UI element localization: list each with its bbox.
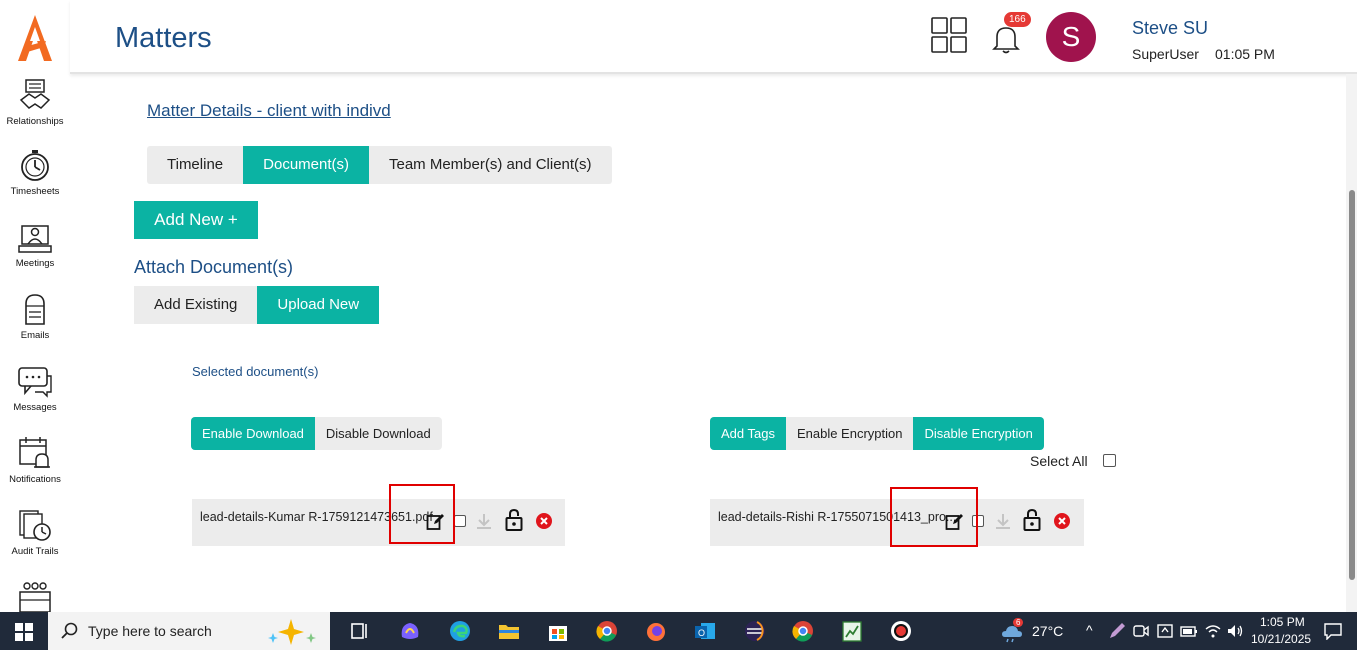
sidebar-item-messages[interactable]: Messages (0, 364, 70, 413)
user-name[interactable]: Steve SU (1132, 18, 1208, 39)
enable-download-option[interactable]: Enable Download (191, 417, 315, 450)
unlock-icon[interactable] (505, 509, 523, 531)
selected-documents-label: Selected document(s) (192, 364, 319, 379)
sidebar-item-label: Audit Trails (11, 546, 59, 557)
battery-icon[interactable] (1180, 623, 1198, 639)
sidebar-item-more[interactable] (0, 580, 70, 612)
taskbar-date[interactable]: 10/21/2025 (1251, 632, 1311, 646)
sidebar-item-label: Relationships (6, 116, 64, 127)
disable-download-option[interactable]: Disable Download (315, 417, 442, 450)
calendar-bell-icon (19, 437, 50, 468)
firefox-icon[interactable] (644, 619, 668, 643)
app-logo[interactable] (16, 13, 54, 63)
pen-icon[interactable] (1108, 622, 1126, 640)
task-view-icon[interactable] (348, 619, 372, 643)
sidebar: Relationships Timesheets Meetings Emails… (0, 0, 70, 612)
page-title: Matters (115, 22, 212, 54)
header-time: 01:05 PM (1215, 46, 1275, 62)
taskbar-time[interactable]: 1:05 PM (1260, 615, 1305, 629)
tags-encryption-toggle: Add Tags Enable Encryption Disable Encry… (710, 417, 1044, 450)
handshake-icon (19, 79, 51, 109)
highlight-box (890, 487, 978, 547)
sidebar-item-label: Meetings (15, 258, 55, 269)
mailbox-icon (25, 294, 45, 325)
document-checkbox[interactable] (454, 515, 466, 527)
attach-documents-title: Attach Document(s) (134, 257, 294, 277)
meet-now-icon[interactable] (1132, 622, 1150, 640)
tab-team-members[interactable]: Team Member(s) and Client(s) (369, 146, 612, 184)
audit-clock-icon (19, 510, 51, 541)
chart-app-icon[interactable] (840, 619, 864, 643)
notification-count-badge: 166 (1004, 12, 1031, 27)
sidebar-item-label: Timesheets (10, 186, 60, 197)
eclipse-icon[interactable] (743, 619, 767, 643)
select-all-checkbox[interactable] (1103, 454, 1116, 467)
download-icon[interactable] (994, 512, 1012, 530)
add-existing-option[interactable]: Add Existing (134, 286, 257, 324)
windows-taskbar: Type here to search O 6 27°C ^ 1:05 PM 1… (0, 612, 1357, 650)
volume-icon[interactable] (1226, 623, 1244, 639)
user-avatar[interactable]: S (1046, 12, 1096, 62)
tab-documents[interactable]: Document(s) (243, 146, 369, 184)
chevron-up-icon[interactable]: ^ (1086, 622, 1093, 638)
search-placeholder: Type here to search (88, 623, 212, 639)
attach-mode-toggle: Add Existing Upload New (134, 286, 380, 324)
sidebar-item-relationships[interactable]: Relationships (0, 78, 70, 127)
matter-tabs: Timeline Document(s) Team Member(s) and … (147, 146, 612, 184)
tray-app-icon[interactable] (1156, 622, 1174, 640)
remove-icon[interactable] (536, 513, 552, 529)
store-icon[interactable] (546, 619, 570, 643)
add-new-button[interactable]: Add New + (134, 201, 258, 239)
sidebar-item-notifications[interactable]: Notifications (0, 436, 70, 485)
building-icon (19, 582, 51, 612)
apps-grid-icon[interactable] (931, 17, 967, 53)
sidebar-item-emails[interactable]: Emails (0, 292, 70, 341)
scrollbar-thumb[interactable] (1349, 190, 1355, 580)
remove-icon[interactable] (1054, 513, 1070, 529)
sparkle-icon (268, 619, 316, 645)
svg-text:O: O (698, 628, 705, 638)
highlight-box (389, 484, 455, 544)
top-header: Matters 166 S Steve SU SuperUser 01:05 P… (70, 0, 1357, 74)
taskbar-search-box[interactable]: Type here to search (48, 612, 330, 650)
notification-center-icon[interactable] (1323, 622, 1343, 640)
windows-start-icon[interactable] (15, 623, 33, 641)
sidebar-item-audit-trails[interactable]: Audit Trails (0, 508, 70, 557)
notification-bell-icon[interactable] (992, 24, 1020, 54)
document-card: lead-details-Kumar R-1759121473651.pdf (192, 499, 565, 546)
unlock-icon[interactable] (1023, 509, 1041, 531)
tab-timeline[interactable]: Timeline (147, 146, 243, 184)
copilot-icon[interactable] (398, 619, 422, 643)
wifi-icon[interactable] (1204, 623, 1222, 639)
enable-encryption-option[interactable]: Enable Encryption (786, 417, 914, 450)
file-explorer-icon[interactable] (497, 619, 521, 643)
sidebar-item-label: Emails (20, 330, 50, 341)
sidebar-item-timesheets[interactable]: Timesheets (0, 148, 70, 197)
select-all-label: Select All (1030, 453, 1088, 469)
stopwatch-icon (21, 150, 49, 181)
search-icon (61, 622, 78, 639)
sidebar-item-meetings[interactable]: Meetings (0, 220, 70, 269)
chat-icon (18, 367, 52, 398)
edge-icon[interactable] (448, 619, 472, 643)
download-toggle: Enable Download Disable Download (191, 417, 442, 450)
temperature: 27°C (1032, 623, 1064, 639)
breadcrumb-matter-details[interactable]: Matter Details - client with indivd (147, 101, 391, 121)
chrome-icon[interactable] (595, 619, 619, 643)
chrome-profile-icon[interactable] (791, 619, 815, 643)
outlook-icon[interactable]: O (693, 619, 717, 643)
disable-encryption-option[interactable]: Disable Encryption (913, 417, 1044, 450)
add-tags-option[interactable]: Add Tags (710, 417, 786, 450)
upload-new-option[interactable]: Upload New (257, 286, 380, 324)
meeting-icon (18, 225, 52, 253)
sidebar-item-label: Messages (13, 402, 57, 413)
user-role: SuperUser (1132, 46, 1199, 62)
sidebar-item-label: Notifications (9, 474, 61, 485)
record-icon[interactable] (889, 619, 913, 643)
download-icon[interactable] (475, 512, 493, 530)
